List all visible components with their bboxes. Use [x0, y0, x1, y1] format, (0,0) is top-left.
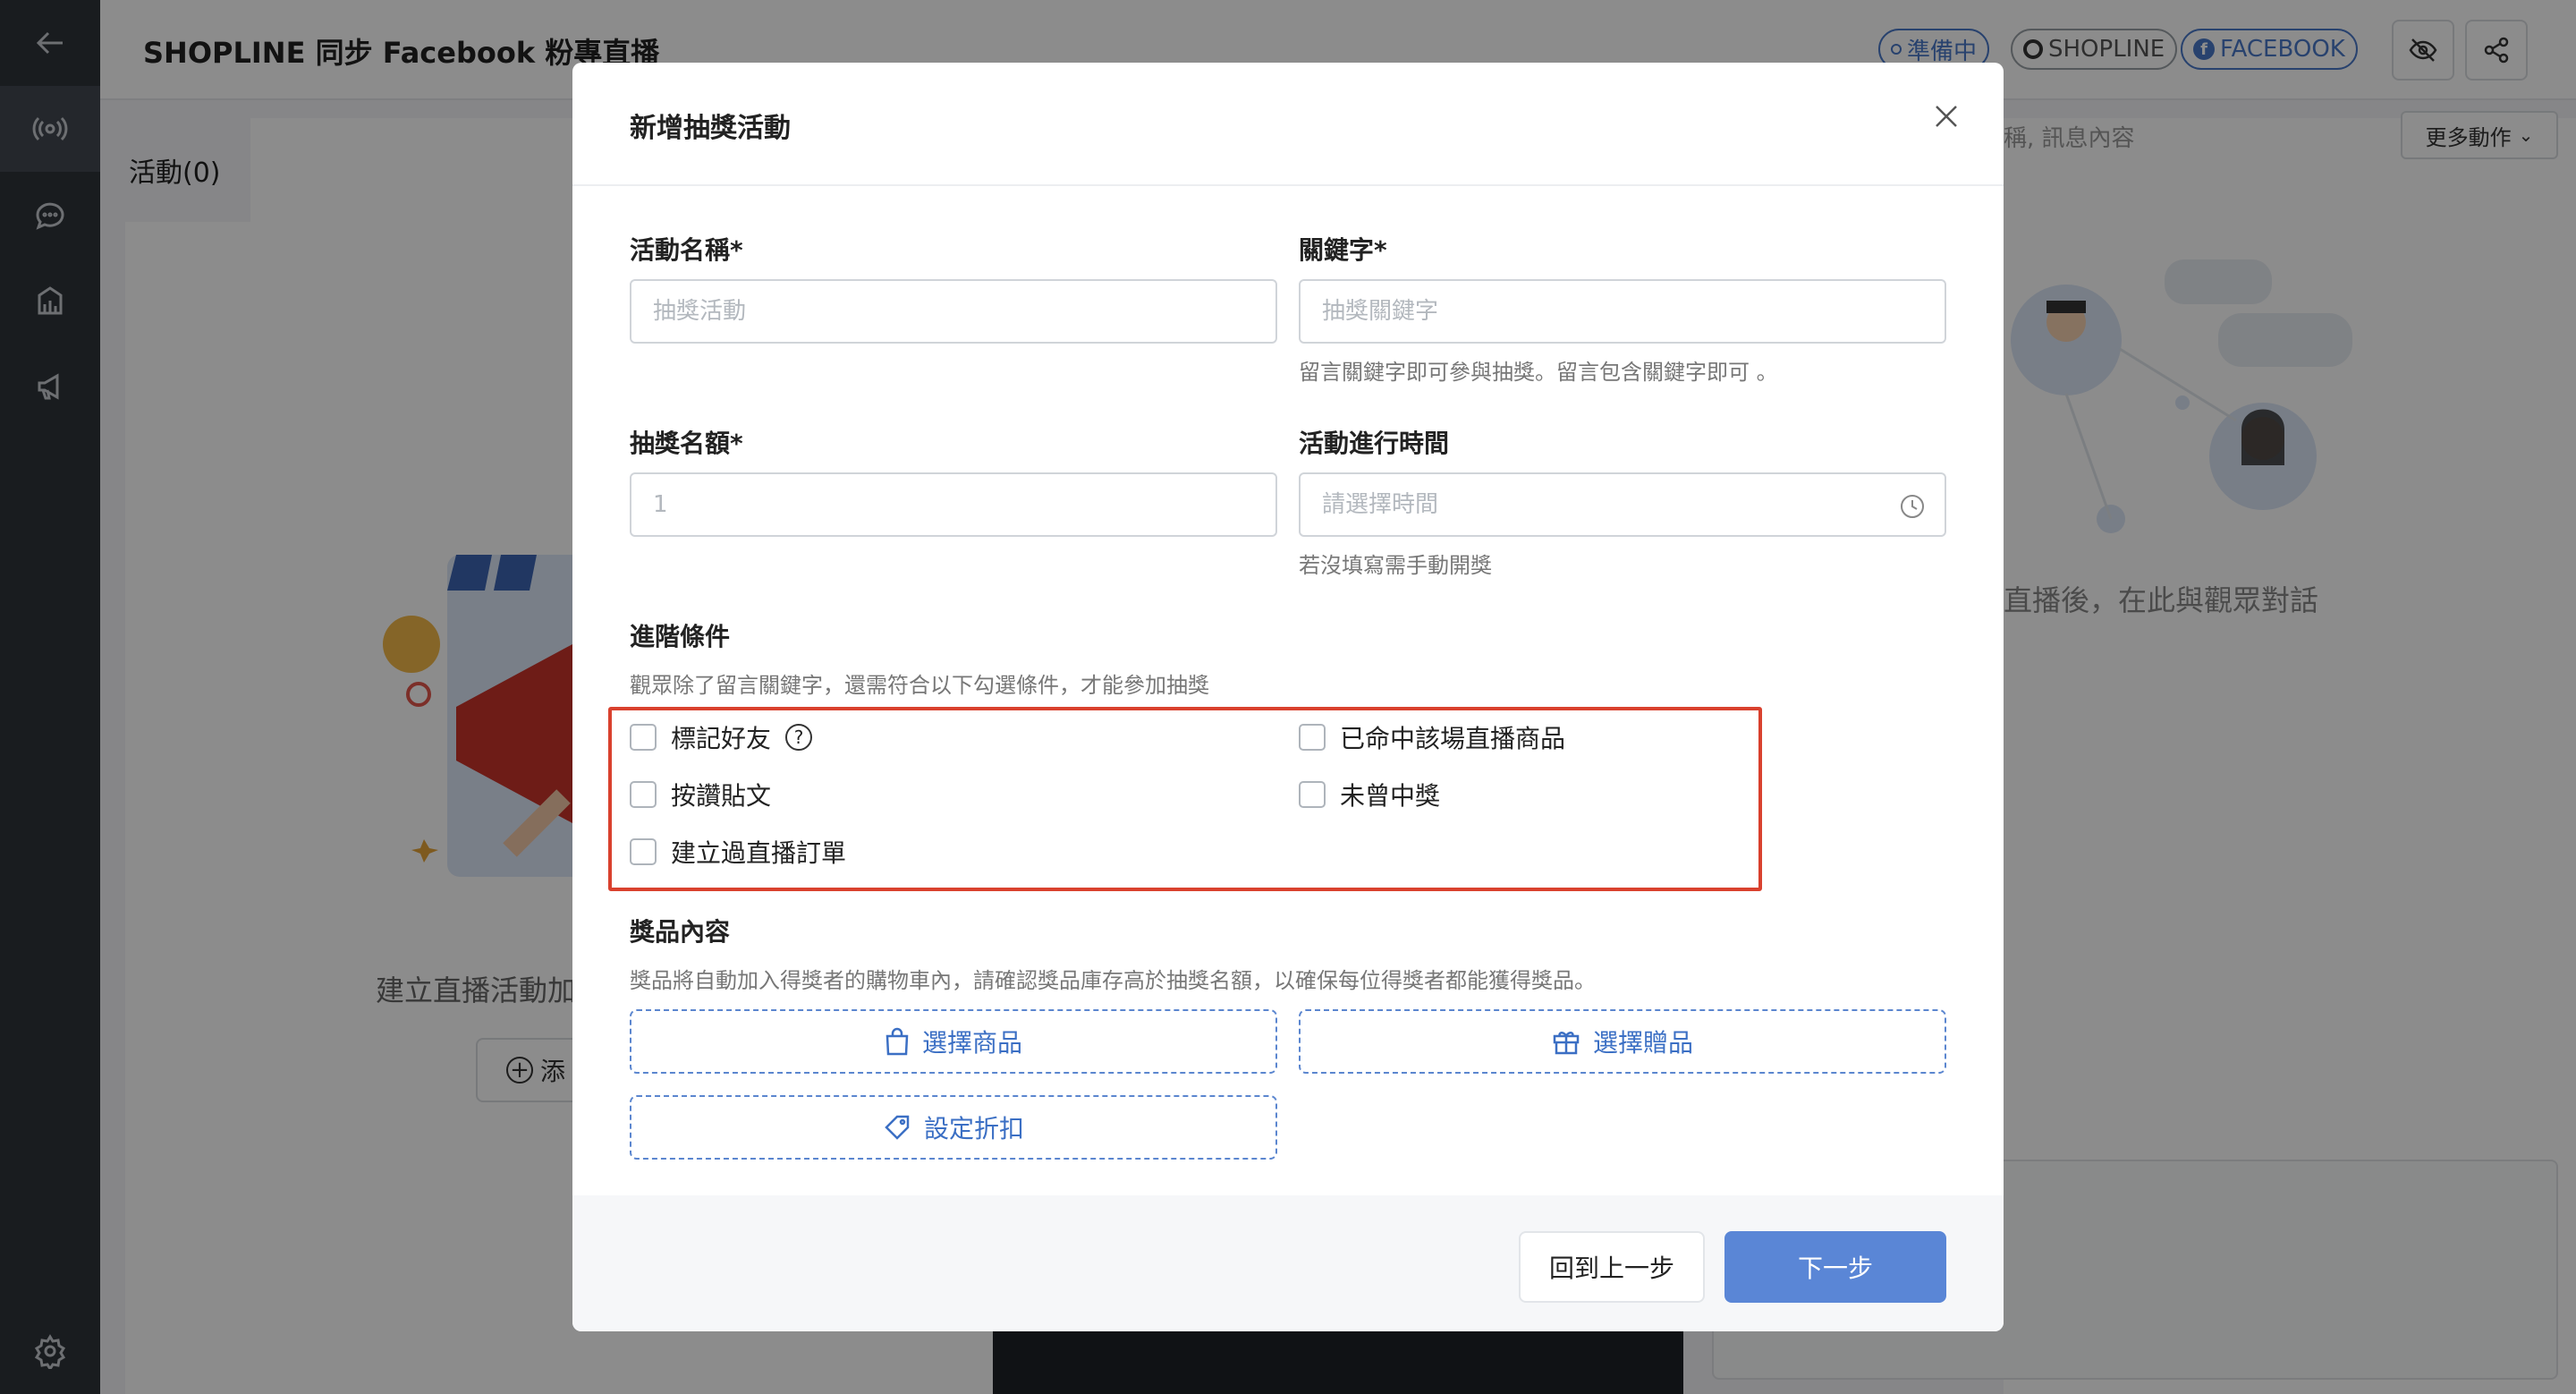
winners-input[interactable] — [653, 491, 1275, 518]
clock-icon — [1901, 495, 1924, 518]
back-button[interactable]: 回到上一步 — [1519, 1231, 1705, 1303]
close-icon — [1936, 106, 1957, 127]
tag-friend-checkbox[interactable]: 標記好友 ? — [630, 719, 813, 755]
set-discount-button[interactable]: 設定折扣 — [630, 1095, 1277, 1160]
select-gift-button[interactable]: 選擇贈品 — [1299, 1009, 1946, 1074]
activity-name-field[interactable] — [630, 279, 1277, 344]
activity-name-label: 活動名稱* — [630, 235, 743, 265]
keyword-field[interactable] — [1299, 279, 1946, 344]
modal-header: 新增抽獎活動 — [572, 63, 2004, 186]
winners-field[interactable] — [630, 472, 1277, 537]
keyword-input[interactable] — [1322, 298, 1945, 325]
like-post-checkbox[interactable]: 按讚貼文 — [630, 777, 771, 812]
duration-picker[interactable] — [1299, 472, 1946, 537]
keyword-label: 關鍵字* — [1299, 235, 1387, 265]
duration-label: 活動進行時間 — [1299, 429, 1450, 458]
close-button[interactable] — [1925, 95, 1968, 138]
duration-input[interactable] — [1322, 491, 1945, 518]
checkbox-box[interactable] — [630, 781, 657, 808]
next-button[interactable]: 下一步 — [1724, 1231, 1946, 1303]
create-lottery-modal: 新增抽獎活動 活動名稱* 關鍵字* 留言關鍵字即可參與抽獎。留言包含關鍵字即可 … — [572, 63, 2004, 1331]
select-product-button[interactable]: 選擇商品 — [630, 1009, 1277, 1074]
keyword-help: 留言關鍵字即可參與抽獎。留言包含關鍵字即可 。 — [1299, 360, 1778, 385]
modal-title: 新增抽獎活動 — [630, 113, 791, 144]
price-tag-icon — [885, 1115, 910, 1140]
checkbox-box[interactable] — [1299, 724, 1326, 751]
checkbox-box[interactable] — [1299, 781, 1326, 808]
shopping-bag-icon — [886, 1027, 909, 1056]
duration-help: 若沒填寫需手動開獎 — [1299, 553, 1492, 578]
advanced-help: 觀眾除了留言關鍵字，還需符合以下勾選條件，才能參加抽獎 — [630, 673, 1209, 698]
activity-name-input[interactable] — [653, 298, 1275, 325]
help-question-icon[interactable]: ? — [785, 724, 813, 751]
checkbox-box[interactable] — [630, 724, 657, 751]
placed-order-checkbox[interactable]: 建立過直播訂單 — [630, 834, 846, 870]
prize-label: 獎品內容 — [630, 917, 731, 947]
never-won-checkbox[interactable]: 未曾中獎 — [1299, 777, 1440, 812]
gift-box-icon — [1553, 1032, 1580, 1055]
checkbox-box[interactable] — [630, 838, 657, 865]
prize-help: 獎品將自動加入得獎者的購物車內，請確認獎品庫存高於抽獎名額，以確保每位得獎者都能… — [630, 968, 1596, 993]
won-product-checkbox[interactable]: 已命中該場直播商品 — [1299, 719, 1565, 755]
advanced-label: 進階條件 — [630, 622, 731, 651]
winners-label: 抽獎名額* — [630, 429, 743, 458]
